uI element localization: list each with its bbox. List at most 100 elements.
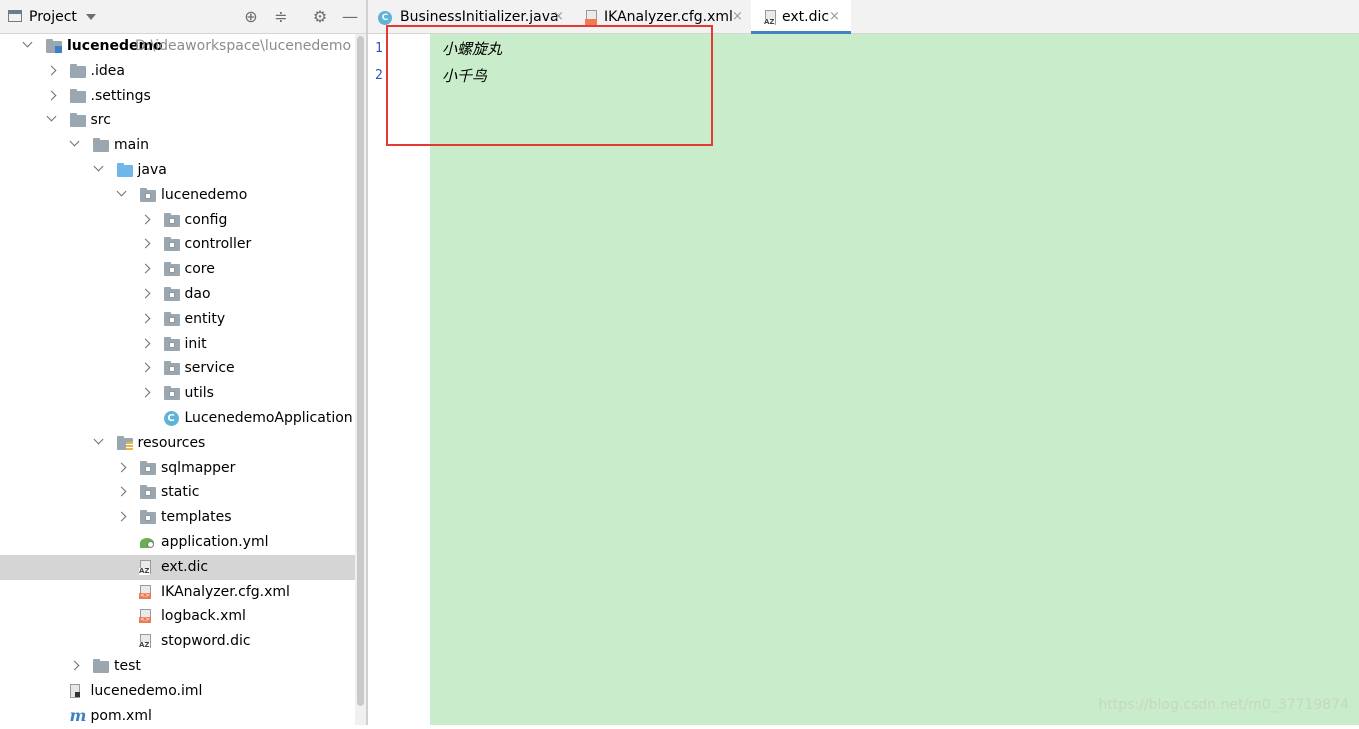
tree-item[interactable]: application.yml [0,530,355,555]
chevron-right-icon[interactable] [140,238,150,249]
xml-file-icon [585,10,597,25]
tree-item-label: IKAnalyzer.cfg.xml [161,583,290,600]
tree-item[interactable]: config [0,208,355,233]
tree-item[interactable]: init [0,332,355,357]
chevron-right-icon[interactable] [140,362,150,373]
chevron-down-icon[interactable] [22,37,33,48]
project-panel-header: Project ⊕ ≑ ⚙ — [0,0,366,34]
tree-item[interactable]: .settings [0,84,355,109]
hide-panel-icon[interactable]: — [339,6,361,28]
tree-item-label: templates [161,509,232,526]
locate-file-icon[interactable]: ⊕ [240,6,262,28]
tree-item[interactable]: test [0,654,355,679]
tree-item[interactable]: entity [0,307,355,332]
tree-item[interactable]: lucenedemo.iml [0,679,355,704]
folder-icon [93,138,109,153]
tab-ext-dic[interactable]: AZ ext.dic × [751,0,851,34]
chevron-right-icon[interactable] [140,387,150,398]
tree-item-label: test [114,658,141,674]
gear-icon[interactable]: ⚙ [309,6,331,28]
tree-item-label: lucenedemo.iml [90,682,203,699]
tree-item-label: sqlmapper [161,459,236,476]
folder-icon [69,63,86,78]
project-view-icon [8,10,22,22]
chevron-right-icon[interactable] [46,90,56,101]
package-icon [163,361,180,376]
chevron-right-icon[interactable] [140,338,150,349]
tree-item-label: ext.dic [161,558,209,575]
spring-class-icon: C [163,411,179,426]
tree-item[interactable]: .idea [0,59,355,84]
tree-item-label: .idea [90,62,125,79]
collapse-all-icon[interactable]: ≑ [270,6,292,28]
tree-item[interactable]: dao [0,282,355,307]
xml-file-icon: <> [139,584,151,599]
package-icon [140,460,156,475]
close-icon[interactable]: × [732,9,743,24]
folder-icon [69,113,86,128]
tree-item-label: resources [137,434,206,451]
tree-item[interactable]: AZ stopword.dic [0,629,355,654]
chevron-right-icon[interactable] [116,486,127,497]
tree-item[interactable]: sqlmapper [0,456,355,481]
tree-item-label: stopword.dic [161,633,251,650]
project-path: D:\ideaworkspace\lucenedemo [135,38,352,54]
tree-item[interactable]: src [0,108,355,133]
chevron-right-icon[interactable] [69,660,80,671]
package-icon [163,336,180,351]
package-icon [140,510,156,525]
tree-scrollbar[interactable] [355,34,366,725]
tree-item[interactable]: controller [0,232,355,257]
tree-item[interactable]: java [0,158,355,183]
package-icon [163,287,180,301]
project-view-title[interactable]: Project [29,9,77,25]
tree-item[interactable]: utils [0,381,355,406]
tree-item-label: logback.xml [161,608,246,625]
tab-label: IKAnalyzer.cfg.xml [604,9,733,25]
tree-item[interactable]: <> IKAnalyzer.cfg.xml [0,580,355,605]
tree-item-label: java [137,162,167,178]
tree-item-label: .settings [90,87,151,104]
package-icon [140,485,156,500]
text-file-icon: AZ [139,559,151,575]
watermark: https://blog.csdn.net/m0_37719874 [1098,697,1349,713]
tree-item[interactable]: C LucenedemoApplication [0,406,355,431]
folder-icon [69,88,86,103]
tab-label: ext.dic [782,9,830,25]
tree-item[interactable]: templates [0,505,355,530]
tree-item-label: controller [184,236,252,253]
tree-item-label: utils [184,385,214,402]
tree-item[interactable]: AZ ext.dic [0,554,355,580]
folder-icon [93,659,109,673]
chevron-right-icon[interactable] [140,288,150,299]
chevron-right-icon[interactable] [140,263,150,274]
tree-item-label: dao [184,286,211,302]
chevron-down-icon[interactable] [116,186,127,197]
tree-item[interactable]: static [0,480,355,505]
iml-file-icon [69,683,80,698]
chevron-down-icon[interactable] [46,111,56,122]
chevron-right-icon[interactable] [140,214,150,225]
tab-label: BusinessInitializer.java [400,9,559,25]
tree-item[interactable]: main [0,133,355,158]
tree-item[interactable]: <> logback.xml [0,604,355,629]
tree-item[interactable]: lucenedemo D:\ideaworkspace\lucenedemo [0,34,355,59]
tree-item[interactable]: service [0,356,355,381]
chevron-down-icon[interactable] [93,161,103,172]
tree-scrollbar-thumb[interactable] [357,36,364,706]
tree-item[interactable]: core [0,257,355,282]
close-icon[interactable]: × [553,9,564,24]
chevron-down-icon[interactable] [93,434,103,445]
chevron-right-icon[interactable] [116,511,127,522]
chevron-down-icon[interactable] [69,136,80,147]
tree-item-label: service [184,360,235,377]
close-icon[interactable]: × [829,9,840,24]
tree-item[interactable]: resources [0,431,355,456]
package-icon [163,311,180,326]
chevron-right-icon[interactable] [116,462,127,473]
chevron-right-icon[interactable] [46,65,56,76]
tree-item[interactable]: lucenedemo [0,183,355,208]
chevron-right-icon[interactable] [140,313,150,324]
chevron-down-icon[interactable] [86,14,96,20]
source-folder-icon [116,163,133,177]
